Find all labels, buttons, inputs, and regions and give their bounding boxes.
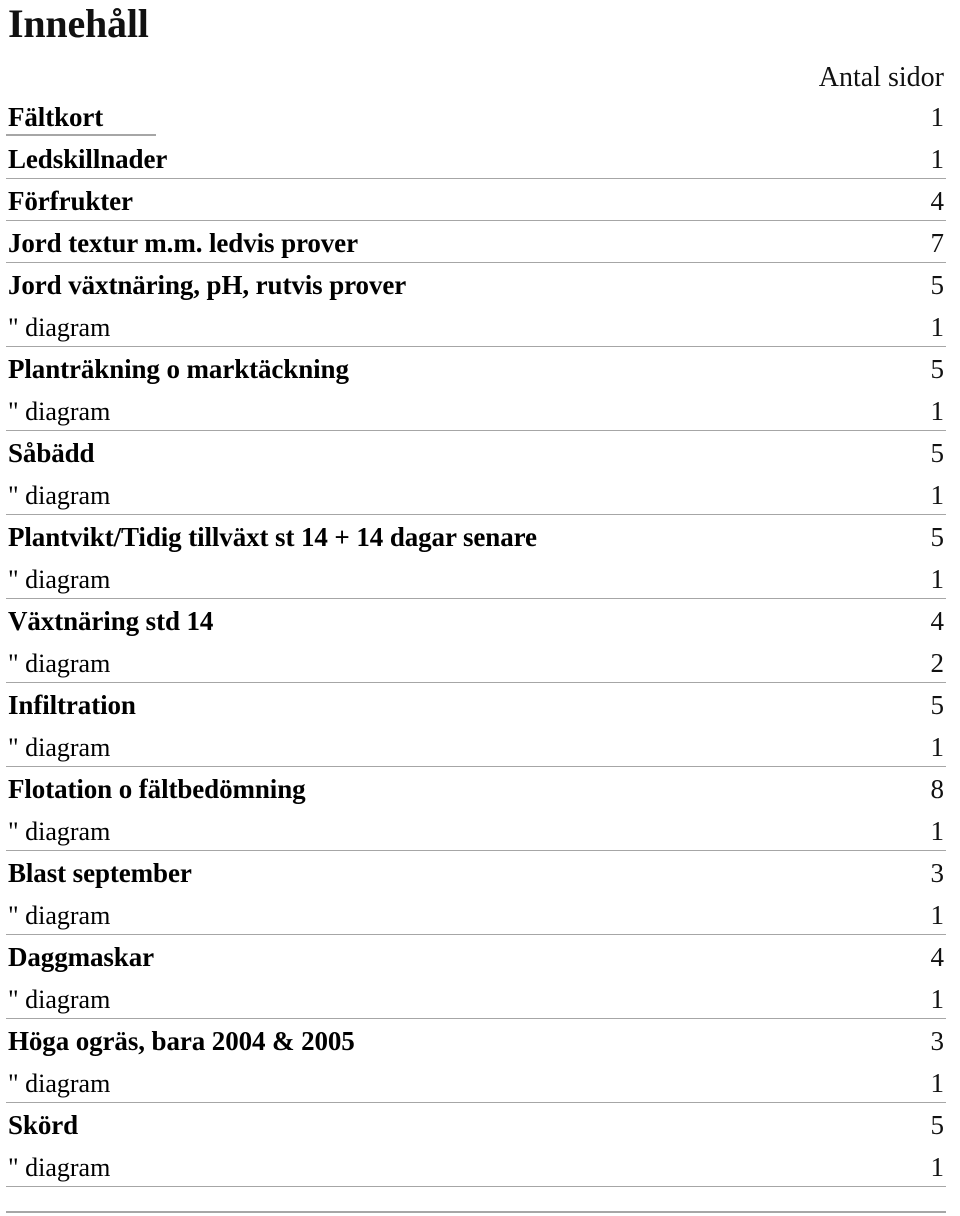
toc-entry-page-count: 4 — [930, 942, 945, 972]
toc-row[interactable]: " diagram 1 — [6, 388, 946, 431]
toc-row[interactable]: Förfrukter 4 — [6, 178, 946, 221]
toc-entry-label: Flotation o fältbedömning — [8, 774, 306, 804]
toc-entry-page-count: 7 — [864, 220, 946, 263]
toc-row[interactable]: " diagram 1 — [6, 808, 946, 851]
toc-entry-page-count: 4 — [930, 606, 945, 636]
toc-entry-page-count: 5 — [930, 354, 945, 384]
toc-subentry-label: " diagram — [6, 1060, 864, 1103]
toc-entry-label: Fältkort — [6, 94, 864, 136]
toc-entry-page-count: 1 — [864, 472, 946, 515]
toc-row[interactable]: " diagram 2 — [6, 640, 946, 683]
toc-entry-label: Plantvikt/Tidig tillväxt st 14 + 14 daga… — [8, 522, 537, 552]
toc-subentry-label: " diagram — [6, 892, 864, 935]
toc-entry-page-count: 1 — [864, 808, 946, 851]
toc-entry-page-count: 3 — [930, 858, 945, 888]
toc-subentry-label: " diagram — [6, 640, 864, 683]
table-of-contents: Fältkort 1 Ledskillnader 1 Förfrukter 4 Jord t… — [6, 94, 946, 1187]
toc-entry-page-count: 2 — [864, 640, 946, 683]
toc-row[interactable]: " diagram 1 — [6, 1060, 946, 1103]
toc-subentry-label: " diagram — [6, 304, 864, 347]
toc-entry-page-count: 5 — [930, 1110, 945, 1140]
toc-subentry-label: " diagram — [6, 808, 864, 851]
toc-entry-page-count: 1 — [864, 1060, 946, 1103]
toc-row[interactable]: Planträkning o marktäckning 5 — [6, 346, 946, 388]
toc-row[interactable]: " diagram 1 — [6, 556, 946, 599]
page-title: Innehåll — [8, 1, 149, 46]
toc-entry-page-count: 3 — [930, 1026, 945, 1056]
toc-row[interactable]: Växtnäring std 14 4 — [6, 598, 946, 640]
toc-entry-label: Växtnäring std 14 — [8, 606, 214, 636]
closing-rule — [6, 1211, 946, 1213]
toc-entry-label: Infiltration — [8, 690, 136, 720]
toc-entry-label: Jord textur m.m. ledvis prover — [6, 220, 864, 263]
toc-entry-label: Förfrukter — [6, 178, 864, 221]
toc-subentry-label: " diagram — [6, 388, 864, 431]
toc-entry-label: Daggmaskar — [8, 942, 154, 972]
column-header-antal-sidor: Antal sidor — [818, 62, 944, 93]
toc-row[interactable]: Flotation o fältbedömning 8 — [6, 766, 946, 808]
toc-row[interactable]: Såbädd 5 — [6, 430, 946, 472]
toc-entry-label: Blast september — [8, 858, 192, 888]
toc-row[interactable]: Jord växtnäring, pH, rutvis prover 5 — [6, 262, 946, 304]
toc-body: Fältkort 1 Ledskillnader 1 Förfrukter 4 Jord t… — [6, 94, 946, 1187]
toc-subentry-label: " diagram — [6, 472, 864, 515]
toc-entry-page-count: 1 — [864, 892, 946, 935]
toc-subentry-label: " diagram — [6, 556, 864, 599]
toc-entry-page-count: 1 — [864, 556, 946, 599]
toc-entry-label: Jord växtnäring, pH, rutvis prover — [8, 270, 407, 300]
toc-entry-page-count: 1 — [864, 1144, 946, 1187]
toc-entry-page-count: 1 — [864, 304, 946, 347]
toc-row[interactable]: " diagram 1 — [6, 304, 946, 347]
toc-entry-page-count: 5 — [930, 690, 945, 720]
toc-row[interactable]: Höga ogräs, bara 2004 & 2005 3 — [6, 1018, 946, 1060]
toc-entry-page-count: 8 — [930, 774, 945, 804]
toc-subentry-label: " diagram — [6, 724, 864, 767]
toc-row[interactable]: Ledskillnader 1 — [6, 136, 946, 179]
toc-entry-page-count: 4 — [864, 178, 946, 221]
toc-row[interactable]: " diagram 1 — [6, 724, 946, 767]
toc-row[interactable]: Plantvikt/Tidig tillväxt st 14 + 14 daga… — [6, 514, 946, 556]
toc-entry-page-count: 5 — [930, 438, 945, 468]
toc-row[interactable]: Daggmaskar 4 — [6, 934, 946, 976]
toc-entry-label: Ledskillnader — [6, 136, 864, 179]
toc-row[interactable]: " diagram 1 — [6, 1144, 946, 1187]
column-header-row: Antal sidor — [6, 58, 946, 92]
toc-row[interactable]: " diagram 1 — [6, 976, 946, 1019]
toc-row[interactable]: Blast september 3 — [6, 850, 946, 892]
toc-subentry-label: " diagram — [6, 1144, 864, 1187]
toc-entry-page-count: 5 — [930, 270, 945, 300]
toc-entry-page-count: 1 — [864, 388, 946, 431]
toc-row[interactable]: Skörd 5 — [6, 1102, 946, 1144]
toc-entry-label: Såbädd — [8, 438, 95, 468]
toc-entry-page-count: 1 — [930, 102, 945, 132]
document-page: Innehåll Antal sidor Fältkort 1 Ledskillna… — [0, 0, 960, 1216]
toc-row[interactable]: " diagram 1 — [6, 892, 946, 935]
toc-entry-page-count: 1 — [864, 976, 946, 1019]
toc-row[interactable]: Fältkort 1 — [6, 94, 946, 136]
toc-entry-label: Planträkning o marktäckning — [8, 354, 349, 384]
toc-entry-label: Höga ogräs, bara 2004 & 2005 — [8, 1026, 355, 1056]
toc-entry-label: Skörd — [8, 1110, 79, 1140]
toc-entry-page-count: 5 — [930, 522, 945, 552]
toc-row[interactable]: Infiltration 5 — [6, 682, 946, 724]
toc-subentry-label: " diagram — [6, 976, 864, 1019]
toc-entry-page-count: 1 — [864, 724, 946, 767]
toc-entry-page-count: 1 — [864, 136, 946, 179]
toc-row[interactable]: " diagram 1 — [6, 472, 946, 515]
toc-row[interactable]: Jord textur m.m. ledvis prover 7 — [6, 220, 946, 263]
